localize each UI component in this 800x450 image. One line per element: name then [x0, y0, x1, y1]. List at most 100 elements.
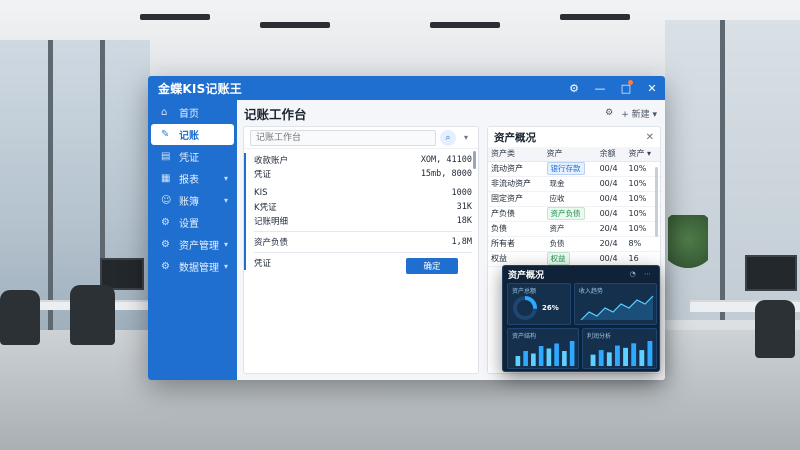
chart-bar [569, 341, 575, 366]
sidebar-item-ledger[interactable]: ☺ 账簿 ▾ [151, 190, 234, 211]
close-icon[interactable]: ✕ [646, 132, 654, 143]
search-icon[interactable]: ⌕ [440, 129, 456, 146]
table-row[interactable]: 固定资产 应收 00/4 10% [488, 191, 660, 207]
assets-header: 资产概况 ✕ [488, 127, 660, 147]
chart-bar [615, 345, 620, 366]
chart-bar [546, 348, 552, 366]
sidebar-item-settings[interactable]: ⚙ 设置 [151, 212, 234, 233]
table-row[interactable]: 非流动资产 现金 00/4 10% [488, 176, 660, 192]
row-name: 所有者 [488, 236, 544, 252]
sidebar-item-label: 记账 [179, 131, 199, 142]
list-item[interactable]: 凭证 15mb, 8000 [254, 167, 472, 181]
dashboard-card-trend[interactable]: 收入趋势 [574, 283, 657, 325]
dashboard-header: 资产概况 ◔ ⋯ [503, 266, 659, 282]
entry-value: 18K [456, 216, 472, 226]
structure-bar-chart [515, 341, 575, 366]
list-item[interactable]: 收款账户 XOM, 41100 [254, 153, 472, 167]
entry-value: 15mb, 8000 [420, 169, 472, 179]
minimize-button[interactable]: — [587, 76, 613, 100]
ceiling-light [560, 14, 630, 20]
list-item[interactable]: KIS 1000 [254, 186, 472, 200]
row-tag-cell: 现金 [543, 176, 597, 192]
divider [254, 231, 472, 232]
scrollbar[interactable] [655, 167, 658, 237]
row-name: 负债 [488, 221, 544, 237]
row-name: 固定资产 [488, 191, 544, 207]
gear-icon: ⚙ [161, 239, 170, 250]
dashboard-menu-icon[interactable]: ◔ ⋯ [630, 270, 654, 278]
sidebar-item-data-management[interactable]: ⚙ 数据管理 ▾ [151, 256, 234, 277]
ceiling-light [140, 14, 210, 20]
settings-icon[interactable]: ⚙ [561, 76, 587, 100]
table-row[interactable]: 负债 资产 20/4 10% [488, 221, 660, 237]
row-amount: 20/4 [596, 221, 626, 237]
row-amount: 00/4 [596, 176, 626, 192]
sidebar-item-label: 资产管理 [179, 241, 219, 252]
scrollbar[interactable] [473, 151, 476, 169]
column-header[interactable]: 资产 ▾ [625, 147, 660, 162]
page-title: 记账工作台 [244, 106, 307, 122]
chevron-down-icon: ▾ [223, 174, 228, 183]
sidebar-item-voucher[interactable]: ▤ 凭证 [151, 146, 234, 167]
assets-table: 资产类 资产 余额 资产 ▾ 流动资产 银行存款 00/4 10% 非流动资产 [488, 147, 660, 267]
settings-icon[interactable]: ⚙ [605, 108, 613, 118]
dashboard-card-profit[interactable]: 利润分析 [582, 328, 657, 369]
dashboard-overlay[interactable]: 资产概况 ◔ ⋯ 资产总额 26% 收入趋势 资产结构 利润分析 [502, 265, 660, 372]
confirm-button[interactable]: 确定 [406, 258, 458, 274]
row-tag: 应收 [549, 194, 565, 203]
sidebar-item-home[interactable]: ⌂ 首页 [151, 102, 234, 123]
chart-icon: ▦ [161, 173, 171, 184]
chevron-down-icon[interactable]: ▾ [460, 133, 472, 142]
maximize-button[interactable]: □ [613, 76, 639, 100]
entry-label: 收款账户 [254, 156, 289, 166]
search-input[interactable] [250, 129, 436, 146]
sidebar-item-label: 数据管理 [179, 263, 219, 274]
column-header[interactable]: 余额 [596, 147, 626, 162]
dashboard-card-structure[interactable]: 资产结构 [507, 328, 579, 369]
sidebar-item-bookkeeping[interactable]: ✎ 记账 [151, 124, 234, 145]
new-button[interactable]: + 新建 ▾ [621, 107, 657, 120]
status-badge: 资产负债 [546, 207, 585, 220]
table-row[interactable]: 所有者 负债 20/4 8% [488, 236, 660, 252]
row-pct: 16 [625, 251, 660, 267]
table-header-row: 资产类 资产 余额 资产 ▾ [488, 147, 660, 162]
user-icon: ☺ [161, 195, 172, 206]
chart-bar [515, 356, 521, 366]
dashboard-title: 资产概况 [508, 270, 545, 281]
close-button[interactable]: ✕ [639, 76, 665, 100]
entry-label: KIS [254, 188, 268, 198]
row-pct: 8% [625, 236, 660, 252]
sidebar-item-asset-management[interactable]: ⚙ 资产管理 ▾ [151, 234, 234, 255]
ledger-entry-list: 收款账户 XOM, 41100 凭证 15mb, 8000 KIS 1000 K… [244, 153, 478, 270]
list-item[interactable]: K凭证 31K [254, 200, 472, 214]
chevron-down-icon: ▾ [223, 262, 228, 271]
voucher-icon: ▤ [161, 151, 171, 162]
status-badge: 银行存款 [546, 162, 585, 175]
row-tag-cell: 权益 [543, 251, 597, 267]
chart-bar [523, 351, 528, 366]
row-tag-cell: 资产负债 [543, 206, 597, 222]
column-header[interactable]: 资产类 [488, 147, 544, 162]
chart-bar [562, 351, 567, 366]
column-header[interactable]: 资产 [543, 147, 597, 162]
list-item[interactable]: 记账明细 18K [254, 214, 472, 228]
row-tag-cell: 应收 [543, 191, 597, 207]
notification-dot [628, 80, 633, 85]
table-row[interactable]: 产负债 资产负债 00/4 10% [488, 206, 660, 222]
sidebar-item-label: 账簿 [179, 197, 199, 208]
trend-line-chart [580, 295, 654, 321]
dashboard-card-total[interactable]: 资产总额 26% [507, 283, 571, 325]
gear-icon: ⚙ [161, 217, 170, 228]
monitor [745, 255, 797, 291]
entry-value: 1,8M [451, 237, 472, 247]
row-tag: 资产 [549, 224, 565, 233]
table-row[interactable]: 流动资产 银行存款 00/4 10% [488, 161, 660, 177]
row-amount: 00/4 [596, 191, 626, 207]
row-name: 产负债 [488, 206, 544, 222]
chevron-down-icon: ▾ [223, 196, 228, 205]
sidebar-item-reports[interactable]: ▦ 报表 ▾ [151, 168, 234, 189]
list-item[interactable]: 资产负债 1,8M [254, 235, 472, 249]
row-amount: 00/4 [596, 161, 626, 177]
chevron-down-icon: ▾ [223, 240, 228, 249]
table-row[interactable]: 权益 权益 00/4 16 [488, 251, 660, 267]
